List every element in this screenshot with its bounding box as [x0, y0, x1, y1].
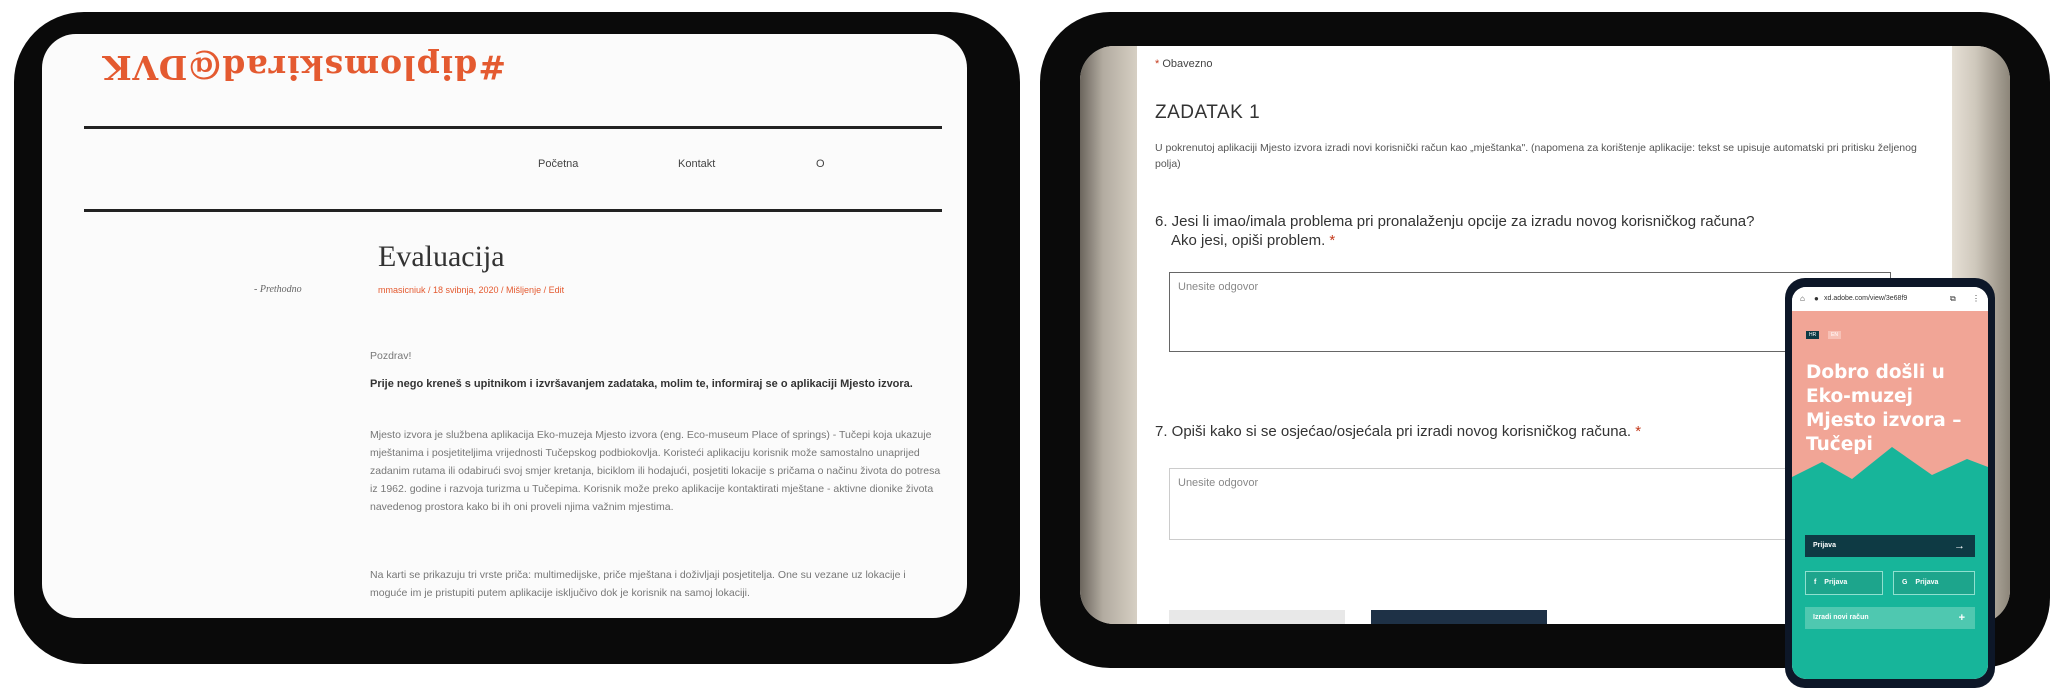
previous-post-link[interactable]: - Prethodno — [254, 284, 302, 295]
language-en[interactable]: EN — [1828, 331, 1841, 339]
question-6: 6. Jesi li imao/imala problema pri prona… — [1155, 213, 1755, 249]
task-description: U pokrenutoj aplikaciji Mjesto izvora iz… — [1155, 142, 1917, 170]
google-login-button[interactable]: G Prijava — [1893, 571, 1975, 595]
blog-screen: #diplomskirad@DVK Početna Kontakt O Eval… — [42, 34, 967, 618]
phone-screen: ⌂ ● xd.adobe.com/view/3e68f9 ⧉ ⋮ HR EN D… — [1792, 287, 1988, 679]
language-hr[interactable]: HR — [1806, 331, 1820, 339]
post-title: Evaluacija — [378, 240, 505, 273]
header-rule-top — [84, 126, 942, 129]
background-photo-left — [1080, 46, 1137, 624]
login-button[interactable]: Prijava → — [1805, 535, 1975, 557]
menu-icon[interactable]: ⋮ — [1972, 294, 1980, 303]
home-icon[interactable]: ⌂ — [1800, 294, 1805, 303]
post-paragraph-2: Na karti se prikazuju tri vrste priča: m… — [370, 569, 906, 599]
form-back-button[interactable] — [1169, 610, 1345, 624]
phone-mockup: ⌂ ● xd.adobe.com/view/3e68f9 ⧉ ⋮ HR EN D… — [1785, 278, 1995, 688]
plus-icon: + — [1958, 612, 1965, 624]
lock-icon: ● — [1814, 294, 1819, 303]
login-panel: Prijava → f Prijava G Prijava Izradi novi… — [1792, 487, 1988, 679]
browser-url-bar[interactable]: ⌂ ● xd.adobe.com/view/3e68f9 ⧉ ⋮ — [1792, 287, 1988, 311]
post-intro: Prije nego kreneš s upitnikom i izvršava… — [370, 378, 913, 390]
nav-about[interactable]: O — [816, 158, 825, 170]
header-rule-bottom — [84, 209, 942, 212]
facebook-login-button[interactable]: f Prijava — [1805, 571, 1883, 595]
task-title: ZADATAK 1 — [1155, 102, 1261, 123]
post-greeting: Pozdrav! — [370, 350, 412, 362]
answer-6-input[interactable]: Unesite odgovor — [1169, 272, 1891, 352]
nav-home[interactable]: Početna — [538, 158, 578, 170]
nav-contact[interactable]: Kontakt — [678, 158, 715, 170]
tabs-icon[interactable]: ⧉ — [1950, 294, 1956, 304]
url-text[interactable]: xd.adobe.com/view/3e68f9 — [1824, 295, 1907, 302]
post-paragraph-1: Mjesto izvora je službena aplikacija Eko… — [370, 429, 941, 513]
required-note: * Obavezno — [1155, 58, 1213, 70]
answer-7-input[interactable]: Unesite odgovor — [1169, 468, 1891, 540]
register-button[interactable]: Izradi novi račun + — [1805, 607, 1975, 629]
blog-logo[interactable]: #diplomskirad@DVK — [102, 48, 506, 87]
facebook-icon: f — [1814, 579, 1817, 586]
form-next-button[interactable] — [1371, 610, 1547, 624]
google-icon: G — [1902, 579, 1908, 586]
arrow-right-icon: → — [1954, 540, 1965, 552]
question-7: 7. Opiši kako si se osjećao/osjećala pri… — [1155, 423, 1642, 440]
post-meta[interactable]: mmasicniuk / 18 svibnja, 2020 / Mišljenj… — [378, 285, 564, 295]
